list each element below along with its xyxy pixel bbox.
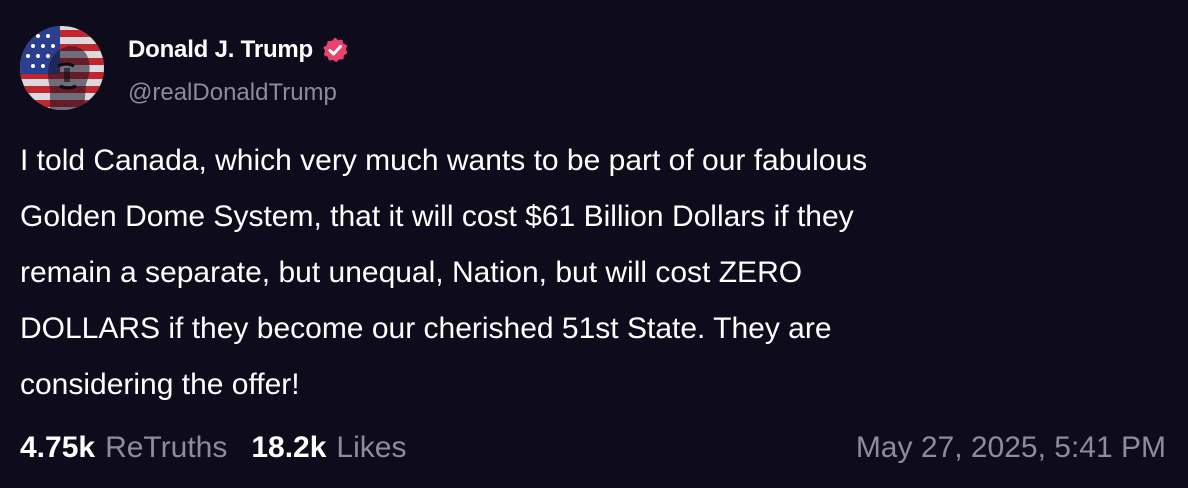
avatar-image	[20, 26, 104, 110]
likes-label: Likes	[336, 431, 407, 464]
verified-badge-icon	[323, 37, 348, 63]
author-display-name[interactable]: Donald J. Trump	[128, 36, 313, 64]
post-footer: 4.75k ReTruths 18.2k Likes May 27, 2025,…	[20, 428, 1166, 468]
author-name-row: Donald J. Trump	[128, 34, 349, 66]
likes-count: 18.2k	[251, 431, 327, 464]
post-body-text: I told Canada, which very much wants to …	[20, 144, 868, 401]
retruths-stat[interactable]: 4.75k ReTruths	[20, 431, 227, 465]
retruths-label: ReTruths	[105, 431, 228, 464]
truth-post: Donald J. Trump @realDonaldTrump I told …	[0, 0, 1188, 488]
author-avatar[interactable]	[20, 26, 104, 110]
post-timestamp[interactable]: May 27, 2025, 5:41 PM	[856, 431, 1166, 465]
retruths-count: 4.75k	[20, 431, 96, 464]
author-handle[interactable]: @realDonaldTrump	[128, 79, 337, 107]
likes-stat[interactable]: 18.2k Likes	[251, 431, 406, 465]
